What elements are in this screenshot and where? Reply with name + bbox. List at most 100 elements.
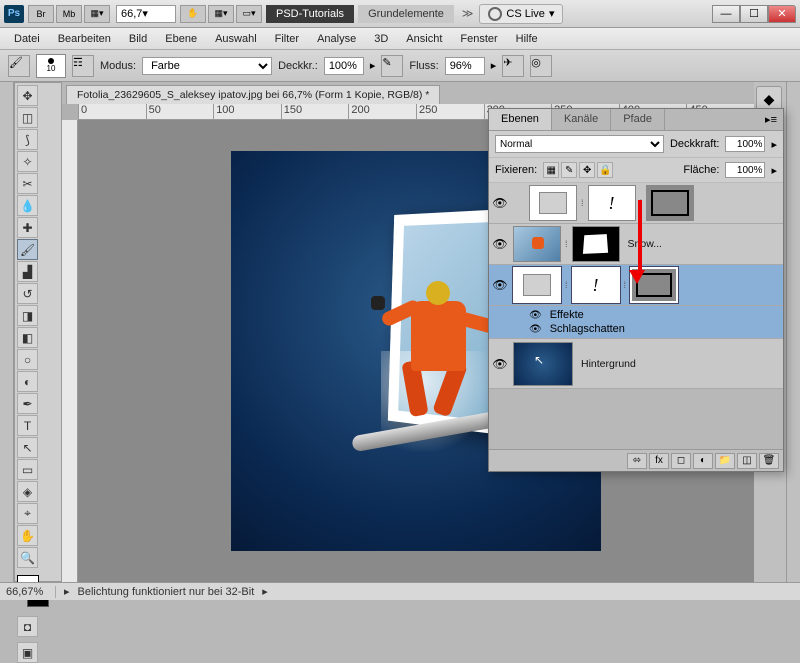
menu-hilfe[interactable]: Hilfe bbox=[508, 31, 546, 47]
fx-schlagschatten[interactable]: Schlagschatten bbox=[529, 322, 781, 336]
dodge-tool[interactable]: ◐ bbox=[17, 371, 38, 392]
fluss-scrub[interactable]: ▸ bbox=[491, 59, 497, 72]
arrange-button[interactable]: ▦▾ bbox=[208, 5, 234, 23]
minimize-button[interactable]: — bbox=[712, 5, 740, 23]
fluss-input[interactable] bbox=[445, 57, 485, 75]
fill-input[interactable] bbox=[725, 162, 765, 178]
lock-pixels-icon[interactable]: ✎ bbox=[561, 162, 577, 178]
status-arrow-icon[interactable]: ▸ bbox=[262, 585, 268, 598]
new-layer-icon[interactable]: ◫ bbox=[737, 453, 757, 469]
panel-menu-icon[interactable]: ▸≡ bbox=[759, 109, 783, 130]
fx-icon[interactable]: fx bbox=[649, 453, 669, 469]
lock-all-icon[interactable]: 🔒 bbox=[597, 162, 613, 178]
tab-pfade[interactable]: Pfade bbox=[611, 109, 665, 130]
tablet-size-button[interactable]: ◎ bbox=[530, 55, 552, 77]
layer-name[interactable]: Snow... bbox=[624, 238, 781, 250]
minibridge-button[interactable]: Mb bbox=[56, 5, 82, 23]
history-brush-tool[interactable]: ↺ bbox=[17, 283, 38, 304]
tablet-opacity-button[interactable]: ✎ bbox=[381, 55, 403, 77]
workspace-tab-1[interactable]: PSD-Tutorials bbox=[266, 5, 354, 23]
menu-bild[interactable]: Bild bbox=[121, 31, 155, 47]
layer-thumb[interactable] bbox=[529, 185, 577, 221]
layer-name[interactable]: Hintergrund bbox=[577, 358, 781, 370]
layout-button[interactable]: ▦▾ bbox=[84, 5, 110, 23]
crop-tool[interactable]: ✂ bbox=[17, 173, 38, 194]
layer-thumb[interactable] bbox=[513, 226, 561, 262]
brush-preview[interactable]: 10 bbox=[36, 54, 66, 78]
hand-button[interactable]: ✋ bbox=[180, 5, 206, 23]
chevron-icon[interactable]: ≫ bbox=[462, 7, 474, 20]
blend-mode-select[interactable]: Normal bbox=[495, 135, 664, 153]
trash-icon[interactable]: 🗑 bbox=[759, 453, 779, 469]
modus-select[interactable]: Farbe bbox=[142, 57, 272, 75]
blur-tool[interactable]: ○ bbox=[17, 349, 38, 370]
3d-tool[interactable]: ◈ bbox=[17, 481, 38, 502]
close-button[interactable]: ✕ bbox=[768, 5, 796, 23]
menu-ebene[interactable]: Ebene bbox=[157, 31, 205, 47]
layer-thumb[interactable] bbox=[513, 342, 573, 386]
quickmask-tool[interactable]: ◘ bbox=[17, 616, 38, 637]
brush-panel-button[interactable]: ☶ bbox=[72, 55, 94, 77]
deck-input[interactable] bbox=[324, 57, 364, 75]
menu-ansicht[interactable]: Ansicht bbox=[398, 31, 450, 47]
layer-mask-thumb[interactable]: ! bbox=[572, 267, 620, 303]
tab-ebenen[interactable]: Ebenen bbox=[489, 109, 552, 130]
layer-hintergrund[interactable]: 👁 Hintergrund bbox=[489, 339, 783, 389]
menu-3d[interactable]: 3D bbox=[366, 31, 396, 47]
move-tool[interactable]: ✥ bbox=[17, 85, 38, 106]
eye-icon[interactable]: 👁 bbox=[491, 355, 509, 373]
menu-fenster[interactable]: Fenster bbox=[452, 31, 505, 47]
lasso-tool[interactable]: ⟆ bbox=[17, 129, 38, 150]
vector-mask-thumb[interactable] bbox=[646, 185, 694, 221]
stamp-tool[interactable]: ▟ bbox=[17, 261, 38, 282]
tool-preset-button[interactable]: 🖌 bbox=[8, 55, 30, 77]
adjustment-icon[interactable]: ◐ bbox=[693, 453, 713, 469]
eye-icon[interactable]: 👁 bbox=[491, 235, 509, 253]
zoom-dropdown[interactable]: 66,7 ▾ bbox=[116, 5, 176, 23]
menu-analyse[interactable]: Analyse bbox=[309, 31, 364, 47]
opacity-input[interactable] bbox=[725, 136, 765, 152]
menu-datei[interactable]: Datei bbox=[6, 31, 48, 47]
hand-tool[interactable]: ✋ bbox=[17, 525, 38, 546]
layer-thumb[interactable] bbox=[513, 267, 561, 303]
document-tab[interactable]: Fotolia_23629605_S_aleksey ipatov.jpg be… bbox=[66, 85, 440, 104]
heal-tool[interactable]: ✚ bbox=[17, 217, 38, 238]
pen-tool[interactable]: ✒ bbox=[17, 393, 38, 414]
marquee-tool[interactable]: ◫ bbox=[17, 107, 38, 128]
airbrush-button[interactable]: ✈ bbox=[502, 55, 524, 77]
shape-tool[interactable]: ▭ bbox=[17, 459, 38, 480]
menu-bearbeiten[interactable]: Bearbeiten bbox=[50, 31, 119, 47]
link-layers-icon[interactable]: ⬄ bbox=[627, 453, 647, 469]
wand-tool[interactable]: ✧ bbox=[17, 151, 38, 172]
camera-tool[interactable]: ⌖ bbox=[17, 503, 38, 524]
workspace-tab-2[interactable]: Grundelemente bbox=[358, 5, 454, 23]
mask-icon[interactable]: ◻ bbox=[671, 453, 691, 469]
eraser-tool[interactable]: ◨ bbox=[17, 305, 38, 326]
brush-tool[interactable]: 🖌 bbox=[17, 239, 38, 260]
gradient-tool[interactable]: ◧ bbox=[17, 327, 38, 348]
menu-auswahl[interactable]: Auswahl bbox=[207, 31, 265, 47]
layer-mask-thumb[interactable] bbox=[572, 226, 620, 262]
status-zoom[interactable]: 66,67% bbox=[6, 586, 56, 598]
eyedropper-tool[interactable]: 💧 bbox=[17, 195, 38, 216]
group-icon[interactable]: 📁 bbox=[715, 453, 735, 469]
zoom-tool[interactable]: 🔍 bbox=[17, 547, 38, 568]
menu-filter[interactable]: Filter bbox=[267, 31, 307, 47]
maximize-button[interactable]: ☐ bbox=[740, 5, 768, 23]
tab-kanale[interactable]: Kanäle bbox=[552, 109, 611, 130]
path-tool[interactable]: ↖ bbox=[17, 437, 38, 458]
deck-scrub[interactable]: ▸ bbox=[370, 59, 376, 72]
eye-icon[interactable]: 👁 bbox=[491, 276, 509, 294]
type-tool[interactable]: T bbox=[17, 415, 38, 436]
lock-transparent-icon[interactable]: ▦ bbox=[543, 162, 559, 178]
cslive-button[interactable]: CS Live ▾ bbox=[479, 4, 563, 24]
screenmode-tool[interactable]: ▣ bbox=[17, 642, 38, 663]
fx-effekte[interactable]: Effekte bbox=[529, 308, 781, 322]
status-bar: 66,67% ▸ Belichtung funktioniert nur bei… bbox=[0, 582, 800, 600]
bridge-button[interactable]: Br bbox=[28, 5, 54, 23]
layer-mask-thumb[interactable]: ! bbox=[588, 185, 636, 221]
eye-icon[interactable]: 👁 bbox=[491, 194, 509, 212]
status-arrow-icon[interactable]: ▸ bbox=[64, 585, 70, 598]
lock-position-icon[interactable]: ✥ bbox=[579, 162, 595, 178]
screen-button[interactable]: ▭▾ bbox=[236, 5, 262, 23]
